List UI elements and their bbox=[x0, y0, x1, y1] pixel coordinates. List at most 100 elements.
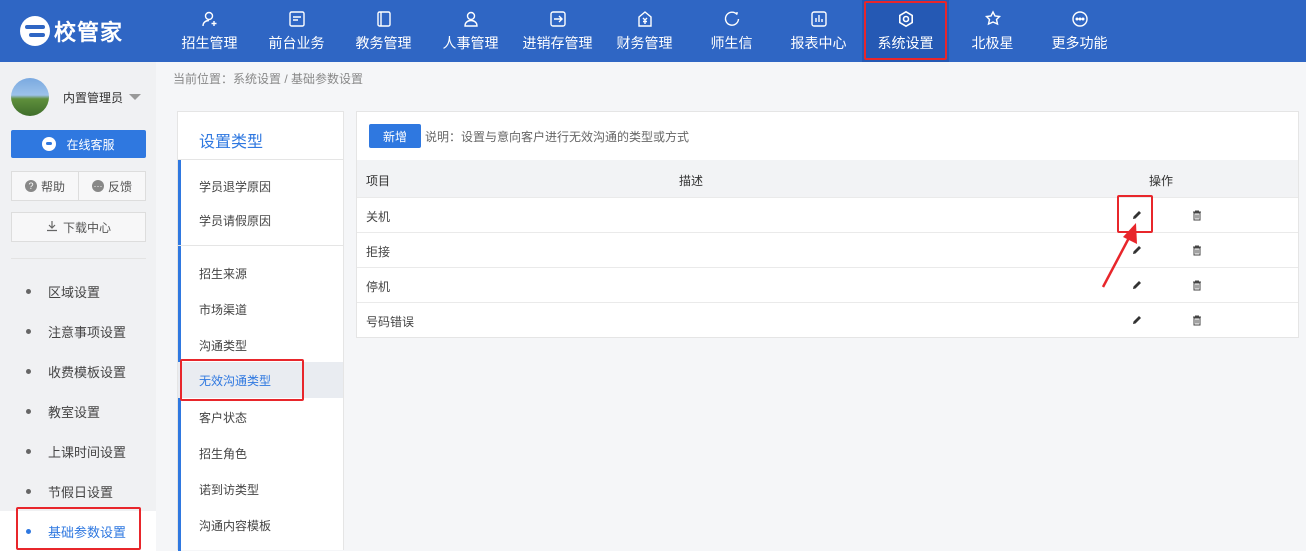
row-item: 关机 bbox=[366, 210, 391, 224]
category-item[interactable]: 招生来源 bbox=[178, 255, 343, 291]
sidebar-item-label: 教室设置 bbox=[48, 404, 101, 420]
ellipsis-icon: ··· bbox=[91, 180, 104, 192]
more-icon bbox=[1070, 9, 1090, 29]
sidebar-item-region[interactable]: 区域设置 bbox=[0, 271, 156, 311]
highlight-box bbox=[16, 507, 141, 550]
nav-item-messages[interactable]: 师生信 bbox=[688, 0, 775, 62]
column-header-ops: 操作 bbox=[1149, 174, 1174, 188]
help-feedback-group: ? 帮助 ··· 反馈 bbox=[11, 171, 146, 201]
category-item[interactable]: 沟通内容模板 bbox=[178, 507, 343, 543]
main-panel: 新增 说明：设置与意向客户进行无效沟通的类型或方式 项目 描述 操作 关机 拒接… bbox=[356, 111, 1299, 338]
nav-item-polaris[interactable]: 北极星 bbox=[949, 0, 1036, 62]
transfer-icon bbox=[548, 9, 568, 29]
person-icon bbox=[461, 9, 481, 29]
top-nav-bar: 校管家 招生管理 前台业务 教务管理 人事管理 进销存管理 财务管理 师生信 报… bbox=[0, 0, 1306, 62]
sidebar-item-label: 区域设置 bbox=[48, 284, 101, 300]
yuan-icon bbox=[635, 9, 655, 29]
sidebar-item-label: 收费模板设置 bbox=[48, 364, 127, 380]
chat-icon bbox=[722, 9, 742, 29]
avatar bbox=[11, 78, 49, 116]
sidebar-item-label: 注意事项设置 bbox=[48, 324, 127, 340]
delete-icon[interactable] bbox=[1191, 314, 1203, 326]
nav-item-finance[interactable]: 财务管理 bbox=[601, 0, 688, 62]
download-center-button[interactable]: 下载中心 bbox=[11, 212, 146, 242]
nav-item-frontdesk[interactable]: 前台业务 bbox=[253, 0, 340, 62]
nav-item-academic[interactable]: 教务管理 bbox=[340, 0, 427, 62]
category-divider bbox=[178, 245, 343, 246]
app-logo[interactable]: 校管家 bbox=[20, 14, 123, 48]
table-row: 停机 bbox=[357, 267, 1298, 302]
row-item: 拒接 bbox=[366, 245, 391, 259]
chevron-down-icon bbox=[129, 94, 142, 100]
highlight-box bbox=[180, 359, 304, 401]
feedback-label: 反馈 bbox=[107, 179, 132, 194]
delete-icon[interactable] bbox=[1191, 209, 1203, 221]
settings-icon bbox=[896, 9, 916, 29]
sidebar-item-holiday[interactable]: 节假日设置 bbox=[0, 471, 156, 511]
sidebar-item-class-time[interactable]: 上课时间设置 bbox=[0, 431, 156, 471]
row-item: 号码错误 bbox=[366, 315, 415, 329]
sidebar-item-label: 节假日设置 bbox=[48, 484, 114, 500]
feedback-button[interactable]: ··· 反馈 bbox=[78, 172, 145, 200]
bullet-icon bbox=[26, 488, 31, 494]
logo-text: 校管家 bbox=[54, 20, 124, 45]
description-note: 说明：设置与意向客户进行无效沟通的类型或方式 bbox=[425, 130, 690, 144]
edit-icon[interactable] bbox=[1131, 314, 1143, 326]
download-label: 下载中心 bbox=[62, 220, 111, 235]
star-icon bbox=[983, 9, 1003, 29]
nav-item-reports[interactable]: 报表中心 bbox=[775, 0, 862, 62]
sidebar-item-notes[interactable]: 注意事项设置 bbox=[0, 311, 156, 351]
table-row: 号码错误 bbox=[357, 302, 1298, 337]
category-divider bbox=[178, 159, 343, 160]
row-item: 停机 bbox=[366, 280, 391, 294]
sidebar-item-label: 上课时间设置 bbox=[48, 444, 127, 460]
chat-bubble-icon bbox=[42, 137, 57, 151]
category-item[interactable]: 学员请假原因 bbox=[178, 202, 343, 238]
category-item[interactable]: 客户状态 bbox=[178, 399, 343, 435]
book-icon bbox=[374, 9, 394, 29]
left-sidebar: 内置管理员 在线客服 ? 帮助 ··· 反馈 下载中心 区域设置 注意事项设置 … bbox=[0, 62, 156, 551]
question-icon: ? bbox=[24, 180, 37, 192]
category-item[interactable]: 学员退学原因 bbox=[178, 168, 343, 204]
person-add-icon bbox=[200, 9, 220, 29]
nav-item-hr[interactable]: 人事管理 bbox=[427, 0, 514, 62]
user-menu[interactable]: 内置管理员 bbox=[11, 78, 142, 116]
category-item[interactable]: 沟通类型 bbox=[178, 327, 343, 363]
monitor-icon bbox=[287, 9, 307, 29]
sidebar-divider bbox=[11, 258, 146, 259]
delete-icon[interactable] bbox=[1191, 279, 1203, 291]
annotation-arrow-icon bbox=[1101, 223, 1137, 288]
table-row: 拒接 bbox=[357, 232, 1298, 267]
main-nav: 招生管理 前台业务 教务管理 人事管理 进销存管理 财务管理 师生信 报表中心 bbox=[166, 0, 1123, 62]
category-title: 设置类型 bbox=[199, 134, 264, 151]
table-header: 项目 描述 操作 bbox=[357, 160, 1298, 197]
logo-icon bbox=[20, 16, 50, 46]
column-header-desc: 描述 bbox=[679, 174, 704, 188]
table-row: 关机 bbox=[357, 197, 1298, 232]
category-item[interactable]: 诺到访类型 bbox=[178, 471, 343, 507]
category-item[interactable]: 招生角色 bbox=[178, 435, 343, 471]
bullet-icon bbox=[26, 368, 31, 374]
breadcrumb: 当前位置：系统设置 / 基础参数设置 bbox=[173, 72, 364, 86]
report-icon bbox=[809, 9, 829, 29]
nav-item-settings[interactable]: 系统设置 bbox=[862, 0, 949, 62]
bullet-icon bbox=[26, 408, 31, 414]
bullet-icon bbox=[26, 448, 31, 454]
sidebar-item-fee-template[interactable]: 收费模板设置 bbox=[0, 351, 156, 391]
column-header-item: 项目 bbox=[366, 174, 391, 188]
help-button[interactable]: ? 帮助 bbox=[12, 172, 78, 200]
category-item[interactable]: 市场渠道 bbox=[178, 291, 343, 327]
delete-icon[interactable] bbox=[1191, 244, 1203, 256]
online-service-button[interactable]: 在线客服 bbox=[11, 130, 146, 158]
add-button[interactable]: 新增 bbox=[369, 124, 421, 148]
nav-item-inventory[interactable]: 进销存管理 bbox=[514, 0, 601, 62]
help-label: 帮助 bbox=[40, 179, 65, 194]
bullet-icon bbox=[26, 288, 31, 294]
sidebar-item-classroom[interactable]: 教室设置 bbox=[0, 391, 156, 431]
nav-item-recruit[interactable]: 招生管理 bbox=[166, 0, 253, 62]
nav-item-more[interactable]: 更多功能 bbox=[1036, 0, 1123, 62]
bullet-icon bbox=[26, 328, 31, 334]
user-name: 内置管理员 bbox=[63, 90, 124, 105]
download-icon bbox=[46, 220, 58, 235]
category-panel: 设置类型 学员退学原因 学员请假原因 招生来源 市场渠道 沟通类型 无效沟通类型… bbox=[177, 111, 344, 551]
